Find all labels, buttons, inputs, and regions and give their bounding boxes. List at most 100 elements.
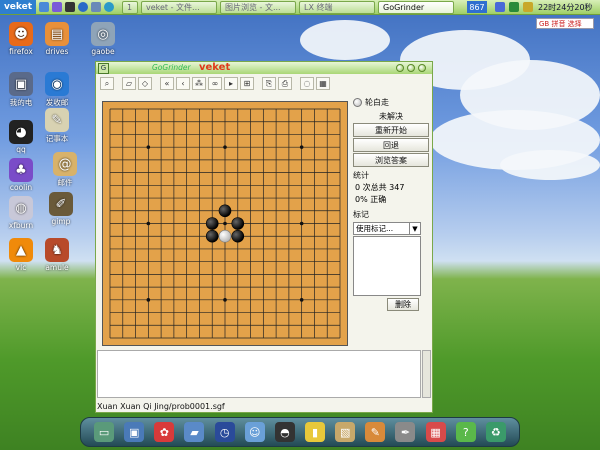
open-icon: ◇ bbox=[141, 79, 149, 88]
random-icon: ⁂ bbox=[195, 79, 203, 88]
input-method-indicator[interactable]: GB 拼音 选择 bbox=[536, 18, 594, 29]
task-button-gogrinder[interactable]: GoGrinder bbox=[378, 0, 454, 14]
penguin-icon[interactable]: ◓ bbox=[274, 422, 295, 442]
print-icon: ⎙ bbox=[281, 78, 289, 88]
desktop-icon-发收邮[interactable]: ◉ 发收邮 bbox=[40, 72, 74, 108]
mark-tool-button[interactable]: ⊞ bbox=[240, 77, 254, 90]
calendar-icon[interactable]: ▦ bbox=[425, 422, 446, 442]
solve-status: 未解决 bbox=[379, 112, 403, 121]
bottom-dock: ▭ ▣ ✿ ▰ ◷ ☺ ◓ ▮ ▧ ✎ ✒ ▦? ♻ bbox=[80, 417, 520, 447]
window-title: GoGrinder bbox=[152, 63, 191, 72]
desktop-icon-gimp[interactable]: ✐ gimp bbox=[44, 192, 78, 226]
first-tool-button[interactable]: « bbox=[160, 77, 174, 90]
pen-icon[interactable]: ✒ bbox=[395, 422, 416, 442]
mark-list[interactable] bbox=[353, 236, 421, 296]
brand-label: veket bbox=[199, 62, 231, 73]
computer-icon: ▣ bbox=[9, 72, 33, 96]
black-stone bbox=[218, 204, 232, 218]
network-icon[interactable]: ✿ bbox=[154, 422, 175, 442]
binoculars-icon: ∞ bbox=[211, 79, 219, 88]
load-tool-button[interactable]: ▱ bbox=[122, 77, 136, 90]
print-tool-button[interactable]: ⎙ bbox=[278, 77, 292, 90]
desktop-icon-label: 记事本 bbox=[45, 134, 69, 143]
play-tool-button[interactable]: ▸ bbox=[224, 77, 238, 90]
black-stone bbox=[205, 229, 219, 243]
close-icon[interactable] bbox=[418, 64, 426, 72]
desktop-icon-gaobe[interactable]: ◎ gaobe bbox=[86, 22, 120, 56]
desktop-icon-label: xfburn bbox=[8, 221, 34, 230]
photo-icon[interactable]: ▧ bbox=[335, 422, 356, 442]
clock[interactable]: 22时24分20秒 bbox=[538, 2, 593, 13]
desktop-icon-邮件[interactable]: @ 邮件 bbox=[48, 152, 82, 188]
mark-icon: ⊞ bbox=[243, 79, 251, 88]
desktop-icon-amule[interactable]: ♞ amule bbox=[40, 238, 74, 272]
monitor-icon[interactable]: ▭ bbox=[94, 422, 115, 442]
comment-tool-button[interactable]: ◌ bbox=[300, 77, 314, 90]
view-answer-button[interactable]: 浏览答案 bbox=[353, 153, 429, 167]
volume-icon[interactable] bbox=[495, 2, 505, 12]
mark-select[interactable]: 使用标记... ▼ bbox=[353, 222, 421, 235]
desktop-icon-label: 我的电 bbox=[9, 98, 33, 107]
files-icon[interactable]: ▰ bbox=[184, 422, 205, 442]
desktop-icon-我的电[interactable]: ▣ 我的电 bbox=[4, 72, 38, 108]
recycle-icon[interactable]: ♻ bbox=[485, 422, 506, 442]
next-problem-button[interactable]: ∞ bbox=[208, 77, 222, 90]
go-board-grid[interactable] bbox=[103, 102, 347, 345]
exit-icon[interactable]: ▮ bbox=[305, 422, 326, 442]
find-tool-button[interactable]: ⌕ bbox=[100, 77, 114, 90]
window-menu-icon[interactable]: G bbox=[98, 62, 109, 74]
undo-button[interactable]: 回退 bbox=[353, 138, 429, 152]
desktop-icon-vlc[interactable]: ▲ vlc bbox=[4, 238, 38, 272]
browser-icon[interactable] bbox=[78, 2, 88, 12]
delete-button[interactable]: 删除 bbox=[387, 298, 419, 311]
gogrinder-window: G GoGrinder veket ⌕ ▱ ◇ « ‹ ⁂ ∞ ▸ ⊞ ⎘ ⎙ ◌ ▦ 轮白走 未解决 … bbox=[95, 61, 433, 413]
desktop-icon-coolin[interactable]: ♣ coolin bbox=[4, 158, 38, 192]
copy-icon: ⎘ bbox=[265, 78, 273, 88]
desktop-icon-label: 发收邮 bbox=[45, 98, 69, 107]
random-tool-button[interactable]: ⁂ bbox=[192, 77, 206, 90]
desktop-icon-xfburn[interactable]: ◍ xfburn bbox=[4, 196, 38, 230]
desktop-icon-记事本[interactable]: ✎ 记事本 bbox=[40, 108, 74, 144]
terminal-icon[interactable] bbox=[65, 2, 75, 12]
comment-scrollbar[interactable] bbox=[422, 350, 431, 398]
battery-icon[interactable] bbox=[523, 2, 533, 12]
people-icon[interactable]: ☺ bbox=[244, 422, 265, 442]
title-bar[interactable]: G GoGrinder veket bbox=[96, 62, 432, 74]
open-tool-button[interactable]: ◇ bbox=[138, 77, 152, 90]
turn-label: 轮白走 bbox=[365, 97, 389, 107]
restart-button[interactable]: 重新开始 bbox=[353, 123, 429, 137]
notepad-icon: ✎ bbox=[45, 108, 69, 132]
task-button-files[interactable]: veket - 文件... bbox=[141, 0, 217, 14]
task-button-image-viewer[interactable]: 图片浏览 - 文... bbox=[220, 0, 296, 14]
globe-icon[interactable] bbox=[104, 2, 114, 12]
network-status-icon[interactable] bbox=[509, 2, 519, 12]
home-icon[interactable] bbox=[39, 2, 49, 12]
comment-area[interactable] bbox=[97, 350, 421, 398]
start-menu-button[interactable]: veket bbox=[0, 0, 36, 14]
burn-icon: ◍ bbox=[9, 196, 33, 220]
paint-icon[interactable]: ✎ bbox=[365, 422, 386, 442]
minimize-icon[interactable] bbox=[396, 64, 404, 72]
play-icon: ▸ bbox=[228, 79, 233, 88]
config-icon[interactable] bbox=[91, 2, 101, 12]
display-icon[interactable]: ▣ bbox=[124, 422, 145, 442]
desktop-icon-firefox[interactable]: ☻ firefox bbox=[4, 22, 38, 56]
desktop-icon-label: vlc bbox=[15, 263, 27, 272]
turn-indicator: 轮白走 bbox=[353, 96, 429, 108]
desktop-icon-qq[interactable]: ◕ qq bbox=[4, 120, 38, 154]
copy-tool-button[interactable]: ⎘ bbox=[262, 77, 276, 90]
maximize-icon[interactable] bbox=[407, 64, 415, 72]
chevron-down-icon[interactable]: ▼ bbox=[409, 223, 420, 234]
settings-tool-button[interactable]: ▦ bbox=[316, 77, 330, 90]
workspace-button[interactable]: 1 bbox=[122, 0, 138, 14]
desktop-icon-label: drives bbox=[45, 47, 69, 56]
task-button-terminal[interactable]: LX 终端 bbox=[299, 0, 375, 14]
prev-tool-button[interactable]: ‹ bbox=[176, 77, 190, 90]
star-point bbox=[223, 145, 227, 149]
help-icon[interactable]: ? bbox=[455, 422, 476, 442]
black-stone bbox=[231, 217, 245, 230]
star-icon[interactable] bbox=[52, 2, 62, 12]
go-board[interactable] bbox=[102, 101, 348, 346]
desktop-icon-drives[interactable]: ▤ drives bbox=[40, 22, 74, 56]
clock-icon[interactable]: ◷ bbox=[214, 422, 235, 442]
